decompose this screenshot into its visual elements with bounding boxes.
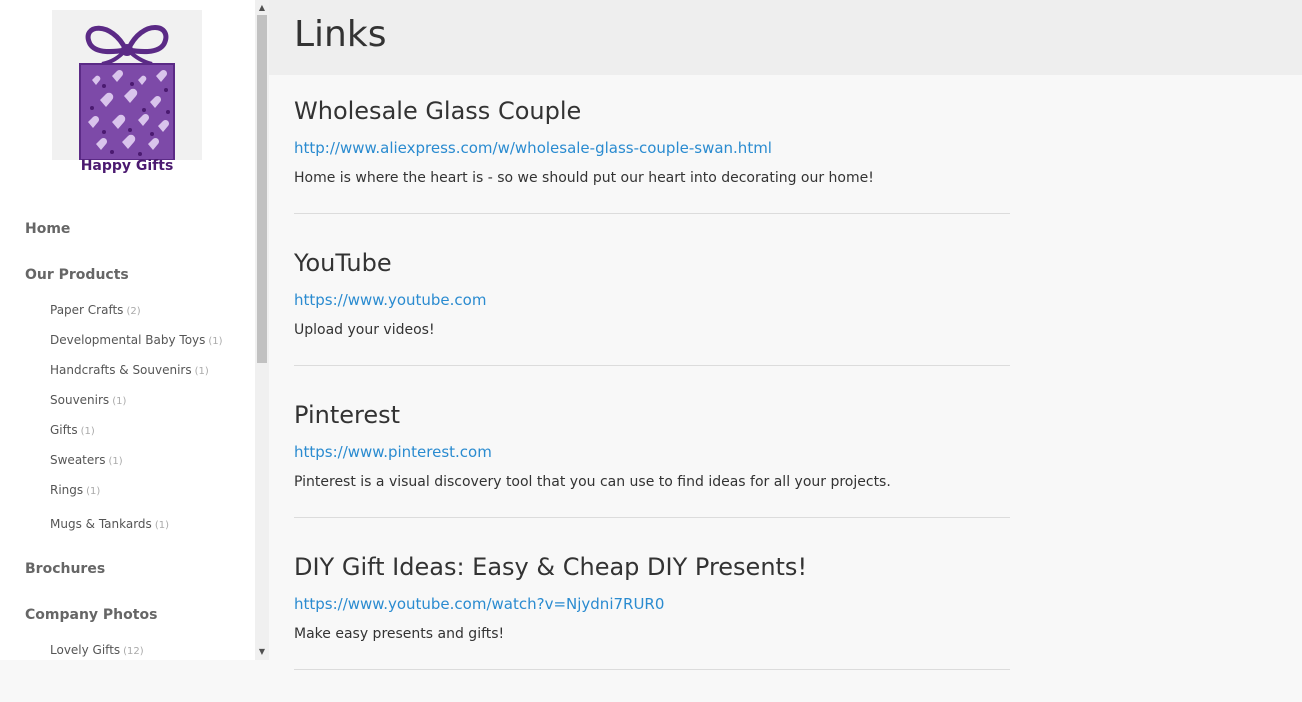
nav-category-mugs-tankards[interactable]: Mugs & Tankards (1) bbox=[50, 517, 169, 531]
link-entry: Pinterest https://www.pinterest.com Pint… bbox=[294, 401, 1010, 518]
link-url[interactable]: https://www.youtube.com bbox=[294, 291, 486, 309]
arrow-up-icon[interactable]: ▲ bbox=[255, 1, 269, 15]
category-count: (1) bbox=[194, 366, 209, 377]
nav-category-developmental-baby-toys[interactable]: Developmental Baby Toys (1) bbox=[50, 333, 223, 347]
link-title: YouTube bbox=[294, 249, 392, 277]
nav-category-souvenirs[interactable]: Souvenirs (1) bbox=[50, 393, 126, 407]
page-title: Links bbox=[294, 14, 387, 55]
sidebar: Happy Gifts Home Our Products Paper Craf… bbox=[0, 0, 255, 660]
category-count: (12) bbox=[123, 646, 144, 657]
links-list: Wholesale Glass Couple http://www.aliexp… bbox=[269, 75, 1302, 670]
category-label: Sweaters bbox=[50, 453, 106, 467]
link-description: Home is where the heart is - so we shoul… bbox=[294, 170, 874, 186]
link-url[interactable]: https://www.youtube.com/watch?v=Njydni7R… bbox=[294, 595, 664, 613]
link-description: Pinterest is a visual discovery tool tha… bbox=[294, 474, 891, 490]
scrollbar-thumb[interactable] bbox=[257, 15, 267, 363]
category-count: (2) bbox=[126, 306, 141, 317]
nav-category-rings[interactable]: Rings (1) bbox=[50, 483, 100, 497]
nav-photo-category-lovely-gifts[interactable]: Lovely Gifts (12) bbox=[50, 643, 144, 657]
nav-home[interactable]: Home bbox=[25, 221, 70, 237]
nav-category-paper-crafts[interactable]: Paper Crafts (2) bbox=[50, 303, 141, 317]
gift-box-hearts-icon bbox=[79, 25, 175, 160]
link-title: Wholesale Glass Couple bbox=[294, 97, 582, 125]
category-label: Developmental Baby Toys bbox=[50, 333, 206, 347]
category-count: (1) bbox=[208, 336, 223, 347]
link-url[interactable]: https://www.pinterest.com bbox=[294, 443, 492, 461]
nav-company-photos[interactable]: Company Photos bbox=[25, 607, 157, 623]
nav-category-sweaters[interactable]: Sweaters (1) bbox=[50, 453, 123, 467]
nav-brochures[interactable]: Brochures bbox=[25, 561, 105, 577]
category-count: (1) bbox=[108, 456, 123, 467]
nav-category-handcrafts-souvenirs[interactable]: Handcrafts & Souvenirs (1) bbox=[50, 363, 209, 377]
category-label: Souvenirs bbox=[50, 393, 110, 407]
category-label: Mugs & Tankards bbox=[50, 517, 152, 531]
category-count: (1) bbox=[154, 520, 169, 531]
logo-text: Happy Gifts bbox=[80, 158, 174, 174]
sidebar-scrollbar[interactable]: ▲ ▼ bbox=[255, 0, 269, 660]
category-label: Lovely Gifts bbox=[50, 643, 121, 657]
link-description: Make easy presents and gifts! bbox=[294, 626, 505, 642]
link-title: Pinterest bbox=[294, 401, 401, 429]
nav-our-products[interactable]: Our Products bbox=[25, 267, 129, 283]
link-url[interactable]: http://www.aliexpress.com/w/wholesale-gl… bbox=[294, 139, 772, 157]
category-count: (1) bbox=[86, 486, 101, 497]
category-label: Handcrafts & Souvenirs bbox=[50, 363, 192, 377]
arrow-down-icon[interactable]: ▼ bbox=[255, 645, 269, 659]
link-entry: DIY Gift Ideas: Easy & Cheap DIY Present… bbox=[294, 553, 1010, 670]
category-label: Paper Crafts bbox=[50, 303, 124, 317]
nav-category-gifts[interactable]: Gifts (1) bbox=[50, 423, 95, 437]
category-count: (1) bbox=[80, 426, 95, 437]
link-title: DIY Gift Ideas: Easy & Cheap DIY Present… bbox=[294, 553, 808, 581]
link-entry: Wholesale Glass Couple http://www.aliexp… bbox=[294, 97, 1010, 214]
category-count: (1) bbox=[112, 396, 127, 407]
category-label: Rings bbox=[50, 483, 84, 497]
link-description: Upload your videos! bbox=[294, 322, 435, 338]
link-entry: YouTube https://www.youtube.com Upload y… bbox=[294, 249, 1010, 366]
category-label: Gifts bbox=[50, 423, 78, 437]
site-logo[interactable]: Happy Gifts bbox=[52, 10, 202, 175]
page-header: Links bbox=[269, 0, 1302, 75]
